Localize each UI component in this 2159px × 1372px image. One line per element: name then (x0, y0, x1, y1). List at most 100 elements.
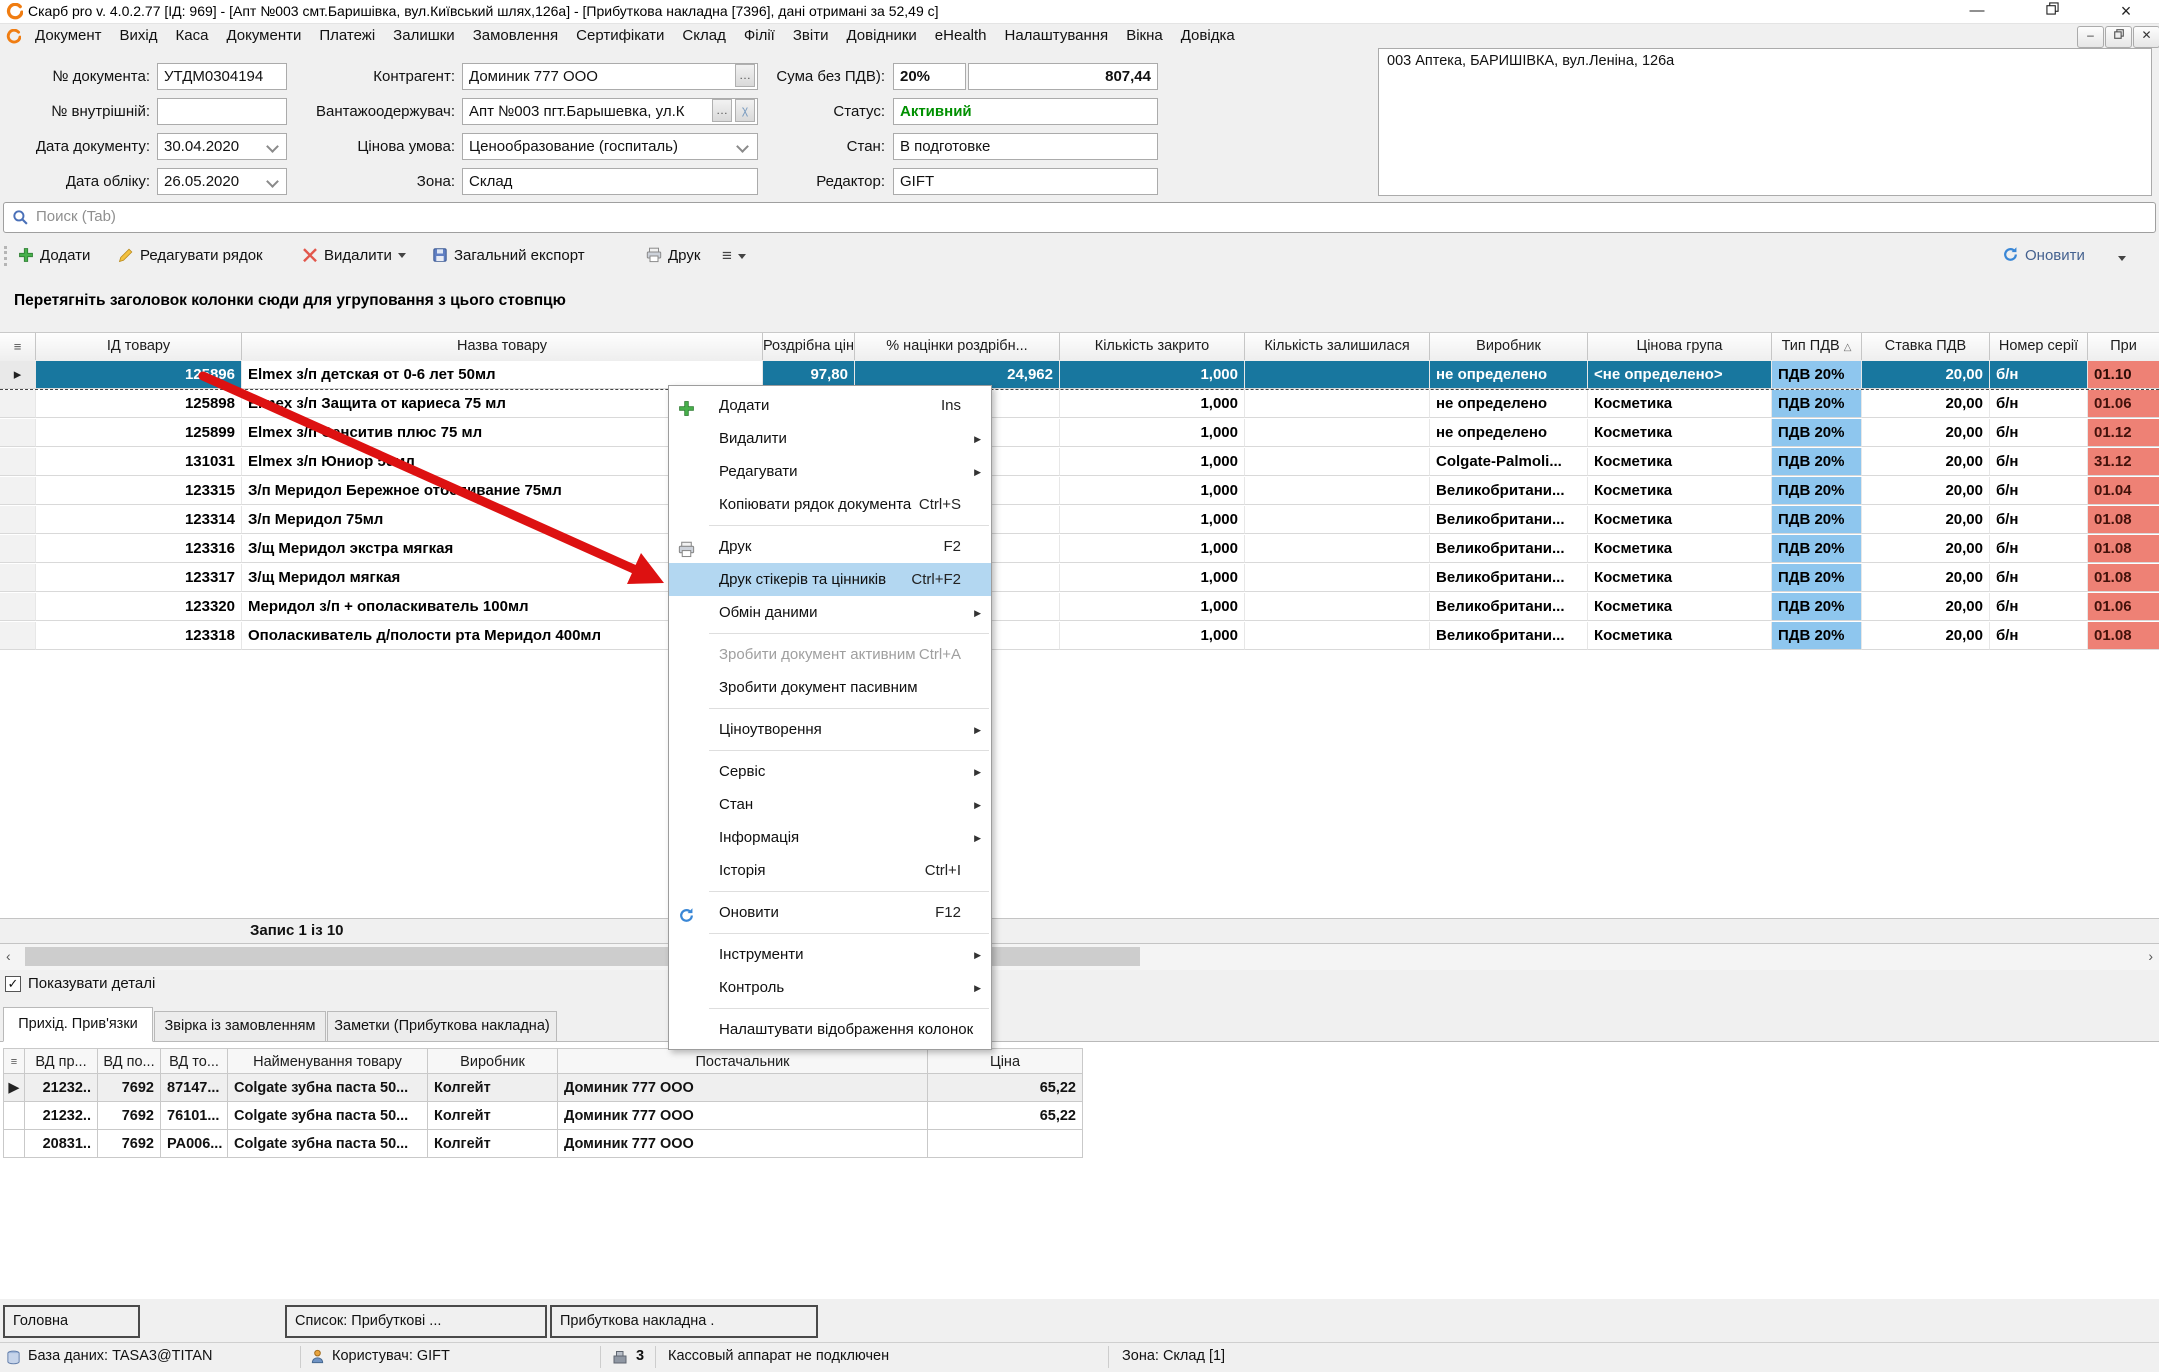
header-retail-price[interactable]: Роздрібна ціна (763, 333, 855, 360)
menu-zalyshky[interactable]: Залишки (384, 24, 464, 47)
menu-ehealth[interactable]: eHealth (926, 24, 996, 47)
submenu-arrow-icon: ▶ (974, 789, 981, 822)
header-expiry[interactable]: При (2088, 333, 2159, 360)
table-row[interactable]: 123315 З/п Меридол Бережное отбеливание … (0, 477, 2159, 506)
menu-platezhi[interactable]: Платежі (310, 24, 384, 47)
delete-button[interactable]: Видалити (302, 242, 406, 270)
scroll-left-icon[interactable]: ‹ (6, 947, 11, 966)
menu-dokument[interactable]: Документ (26, 24, 111, 47)
context-menu-item-copy-row[interactable]: Копіювати рядок документаCtrl+S (669, 488, 991, 521)
refresh-button[interactable]: Оновити (2002, 242, 2085, 270)
context-menu-item-print[interactable]: ДрукF2 (669, 530, 991, 563)
context-menu-item-make-passive[interactable]: Зробити документ пасивним (669, 671, 991, 704)
menu-zamovlennia[interactable]: Замовлення (464, 24, 567, 47)
menu-filii[interactable]: Філії (735, 24, 784, 47)
context-menu-item-information[interactable]: Інформація▶ (669, 821, 991, 854)
window-tab-spysok[interactable]: Список: Прибуткові ... (285, 1305, 547, 1338)
context-menu-item-print-stickers[interactable]: Друк стікерів та цінниківCtrl+F2 (669, 563, 991, 596)
mdi-restore-button[interactable] (2105, 26, 2132, 48)
table-row[interactable]: 123320 Меридол з/п + ополаскиватель 100м… (0, 593, 2159, 622)
title-bar: Скарб pro v. 4.0.2.77 [ІД: 969] - [Апт №… (0, 0, 2159, 24)
minimize-button[interactable]: — (1962, 2, 1992, 21)
toolbar-drag-grip[interactable] (4, 246, 10, 266)
context-menu-item-refresh[interactable]: ОновитиF12 (669, 896, 991, 929)
detail-header-price[interactable]: Ціна (928, 1048, 1083, 1074)
submenu-arrow-icon: ▶ (974, 597, 981, 630)
tab-zvirka[interactable]: Звірка із замовленням (154, 1011, 326, 1042)
context-menu-item-tools[interactable]: Інструменти▶ (669, 938, 991, 971)
add-button[interactable]: Додати (18, 242, 90, 270)
context-menu-item-configure-columns[interactable]: Налаштувати відображення колонок (669, 1013, 991, 1046)
header-series[interactable]: Номер серії (1990, 333, 2088, 360)
context-menu-item-state[interactable]: Стан▶ (669, 788, 991, 821)
horizontal-scrollbar[interactable]: ‹ › (0, 944, 2159, 970)
detail-header-name[interactable]: Найменування товару (228, 1048, 428, 1074)
search-bar[interactable]: Поиск (Tab) (3, 202, 2156, 233)
tab-zametky[interactable]: Заметки (Прибуткова накладна) (327, 1011, 557, 1042)
header-row-selector[interactable]: ≡ (0, 333, 36, 360)
cell-series: б/н (1990, 448, 2088, 476)
menu-sklad[interactable]: Склад (673, 24, 734, 47)
header-markup[interactable]: % націнки роздрібн... (855, 333, 1060, 360)
tab-pryhid-pryviazky[interactable]: Прихід. Прив'язки (3, 1007, 153, 1042)
menu-dovidnyky[interactable]: Довідники (837, 24, 925, 47)
context-menu-item-delete[interactable]: Видалити▶ (669, 422, 991, 455)
table-row-selected[interactable]: ▸ 125896 Elmex з/п детская от 0-6 лет 50… (0, 361, 2159, 390)
context-menu-item-pricing[interactable]: Ціноутворення▶ (669, 713, 991, 746)
header-qty-left[interactable]: Кількість залишилася (1245, 333, 1430, 360)
cell-series: б/н (1990, 506, 2088, 534)
header-manufacturer[interactable]: Виробник (1430, 333, 1588, 360)
edit-row-button[interactable]: Редагувати рядок (118, 242, 263, 270)
restore-button[interactable] (2037, 2, 2067, 21)
column-list-dropdown-icon[interactable] (738, 254, 746, 259)
menu-vikna[interactable]: Вікна (1117, 24, 1172, 47)
menu-dovidka[interactable]: Довідка (1172, 24, 1244, 47)
detail-header-vd-pr[interactable]: ВД пр... (25, 1048, 98, 1074)
context-menu-item-control[interactable]: Контроль▶ (669, 971, 991, 1004)
header-id[interactable]: ІД товару (36, 333, 242, 360)
menu-dokumenty[interactable]: Документи (217, 24, 310, 47)
detail-header-supplier[interactable]: Постачальник (558, 1048, 928, 1074)
scroll-right-icon[interactable]: › (2148, 947, 2153, 966)
context-menu-item-history[interactable]: ІсторіяCtrl+I (669, 854, 991, 887)
detail-row[interactable]: 21232.. 7692 76101... Colgate зубна паст… (3, 1102, 1083, 1130)
menu-vyhid[interactable]: Вихід (111, 24, 167, 47)
window-tab-nakladna[interactable]: Прибуткова накладна . (550, 1305, 818, 1338)
menu-nalashtuvannia[interactable]: Налаштування (996, 24, 1118, 47)
delete-dropdown-icon[interactable] (398, 253, 406, 258)
table-row[interactable]: 123316 З/щ Меридол экстра мягкая 1,000 В… (0, 535, 2159, 564)
context-menu-item-edit[interactable]: Редагувати▶ (669, 455, 991, 488)
table-row[interactable]: 125898 Elmex з/п Защита от кариеса 75 мл… (0, 390, 2159, 419)
detail-header-vd-po[interactable]: ВД по... (98, 1048, 161, 1074)
mdi-minimize-button[interactable]: – (2077, 26, 2104, 48)
mdi-close-button[interactable]: ✕ (2133, 26, 2159, 48)
refresh-dropdown-icon[interactable] (2118, 256, 2126, 261)
close-button[interactable]: × (2111, 2, 2141, 21)
context-menu-item-data-exchange[interactable]: Обмін даними▶ (669, 596, 991, 629)
detail-header-manufacturer[interactable]: Виробник (428, 1048, 558, 1074)
detail-row-selected[interactable]: ▶ 21232.. 7692 87147... Colgate зубна па… (3, 1074, 1083, 1102)
menu-kasa[interactable]: Каса (167, 24, 218, 47)
table-row[interactable]: 123318 Ополаскиватель д/полости рта Мери… (0, 622, 2159, 651)
header-price-group[interactable]: Цінова група (1588, 333, 1772, 360)
table-row[interactable]: 125899 Elmex з/п Сенситив плюс 75 мл 1,0… (0, 419, 2159, 448)
menu-zvity[interactable]: Звіти (784, 24, 838, 47)
export-button[interactable]: Загальний експорт (432, 242, 585, 270)
table-row[interactable]: 123317 З/щ Меридол мягкая 1,000 Великобр… (0, 564, 2159, 593)
window-tab-holovna[interactable]: Головна (3, 1305, 140, 1338)
header-vat-rate[interactable]: Ставка ПДВ (1862, 333, 1990, 360)
print-button[interactable]: Друк (646, 242, 700, 270)
header-name[interactable]: Назва товару (242, 333, 763, 360)
context-menu-item-service[interactable]: Сервіс▶ (669, 755, 991, 788)
detail-row[interactable]: 20831.. 7692 PA006... Colgate зубна паст… (3, 1130, 1083, 1158)
table-row[interactable]: 131031 Elmex з/п Юниор 50мл 1,000 Colgat… (0, 448, 2159, 477)
search-placeholder: Поиск (Tab) (36, 208, 116, 225)
menu-sertyfikaty[interactable]: Сертифікати (567, 24, 673, 47)
header-vat-type[interactable]: Тип ПДВ△ (1772, 333, 1862, 360)
context-menu-item-add[interactable]: ДодатиIns (669, 389, 991, 422)
table-row[interactable]: 123314 З/п Меридол 75мл 1,000 Великобрит… (0, 506, 2159, 535)
column-list-button[interactable]: ≡ (722, 242, 746, 270)
detail-header-vd-to[interactable]: ВД то... (161, 1048, 228, 1074)
header-qty-closed[interactable]: Кількість закрито (1060, 333, 1245, 360)
show-details-checkbox[interactable]: ✓ (5, 976, 21, 992)
